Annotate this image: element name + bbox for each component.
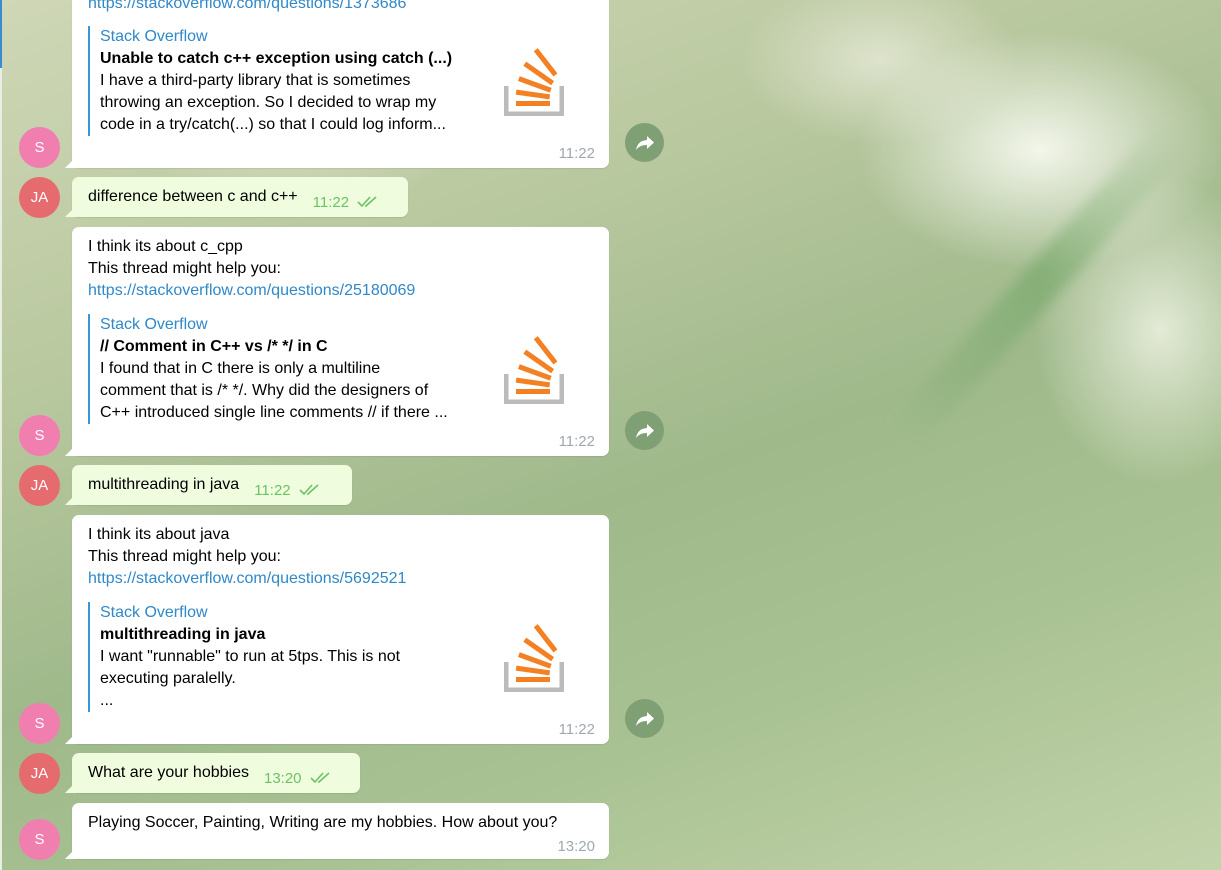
preview-description-line: comment that is /* */. Why did the desig… — [100, 382, 429, 399]
double-check-icon — [309, 772, 330, 784]
message-link[interactable]: https://stackoverflow.com/questions/1373… — [88, 0, 406, 15]
preview-description-line: executing paralelly. — [100, 670, 236, 687]
preview-title: Unable to catch c++ exception using catc… — [100, 50, 453, 67]
double-check-icon — [357, 196, 377, 208]
message-text-line: I think its about c_cpp — [88, 238, 243, 255]
link-preview[interactable]: Stack Overflow Unable to catch c++ excep… — [88, 26, 500, 136]
share-arrow-icon[interactable] — [625, 411, 664, 450]
message-text: Playing Soccer, Painting, Writing are my… — [88, 814, 558, 831]
message-text: difference between c and c++ — [88, 188, 298, 205]
preview-description-line: I found that in C there is only a multil… — [100, 360, 381, 377]
message-time: 11:22 — [254, 481, 291, 499]
message-text-line: This thread might help you: — [88, 548, 281, 565]
message-bubble[interactable]: I think its about c_cpp This thread migh… — [72, 227, 609, 456]
message-time: 11:22 — [558, 145, 595, 162]
preview-description-line: ... — [100, 692, 114, 709]
message-text-line: This thread might help you: — [88, 260, 281, 277]
avatar[interactable]: JA — [19, 465, 60, 506]
avatar[interactable]: S — [19, 819, 60, 860]
share-arrow-icon[interactable] — [625, 699, 664, 738]
avatar[interactable]: JA — [19, 177, 60, 218]
preview-site-name: Stack Overflow — [100, 604, 208, 621]
stackoverflow-logo-icon — [504, 48, 564, 116]
message-time: 13:20 — [557, 838, 595, 855]
message-link[interactable]: https://stackoverflow.com/questions/2518… — [88, 280, 415, 302]
avatar[interactable]: S — [19, 703, 60, 744]
stackoverflow-logo-icon — [504, 624, 564, 692]
link-preview[interactable]: Stack Overflow multithreading in java I … — [88, 602, 500, 712]
stackoverflow-logo-icon — [504, 336, 564, 404]
share-arrow-icon[interactable] — [625, 123, 664, 162]
preview-description-line: I have a third-party library that is som… — [100, 72, 411, 89]
preview-description-line: code in a try/catch(...) so that I could… — [100, 116, 446, 133]
message-bubble[interactable]: What are your hobbies 13:20 — [72, 753, 360, 793]
preview-description-line: throwing an exception. So I decided to w… — [100, 94, 437, 111]
double-check-icon — [299, 484, 319, 496]
preview-description-line: C++ introduced single line comments // i… — [100, 404, 448, 421]
message-text-line: I think its about java — [88, 526, 230, 543]
preview-site-name: Stack Overflow — [100, 316, 208, 333]
preview-site-name: Stack Overflow — [100, 28, 208, 45]
message-bubble[interactable]: difference between c and c++ 11:22 — [72, 177, 408, 217]
avatar[interactable]: S — [19, 127, 60, 168]
message-bubble[interactable]: Playing Soccer, Painting, Writing are my… — [72, 803, 609, 859]
avatar[interactable]: JA — [19, 753, 60, 794]
preview-title: // Comment in C++ vs /* */ in C — [100, 338, 328, 355]
message-text: multithreading in java — [88, 476, 240, 493]
message-time: 11:22 — [312, 193, 350, 211]
panel-divider — [0, 0, 2, 870]
message-text: What are your hobbies — [88, 764, 249, 781]
link-preview[interactable]: Stack Overflow // Comment in C++ vs /* *… — [88, 314, 500, 424]
message-bubble[interactable]: multithreading in java 11:22 — [72, 465, 352, 505]
message-time: 11:22 — [558, 721, 595, 738]
message-link[interactable]: https://stackoverflow.com/questions/5692… — [88, 568, 406, 590]
preview-description-line: I want "runnable" to run at 5tps. This i… — [100, 648, 401, 665]
message-bubble[interactable]: https://stackoverflow.com/questions/1373… — [72, 0, 609, 168]
message-time: 13:20 — [263, 769, 302, 787]
message-time: 11:22 — [558, 433, 595, 450]
preview-title: multithreading in java — [100, 626, 266, 643]
scroll-marker — [0, 0, 2, 68]
message-bubble[interactable]: I think its about java This thread might… — [72, 515, 609, 744]
avatar[interactable]: S — [19, 415, 60, 456]
